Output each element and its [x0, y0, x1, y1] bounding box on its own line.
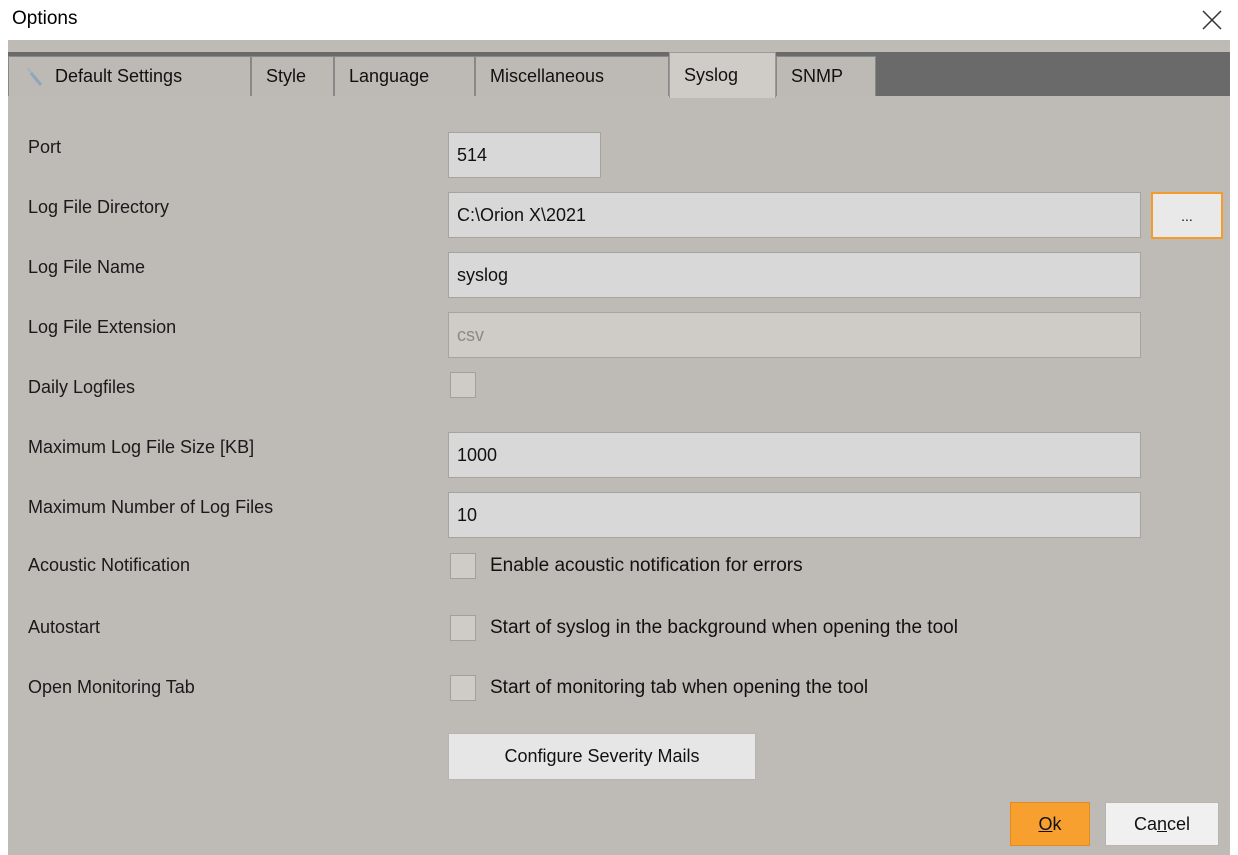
- configure-severity-mails-button[interactable]: Configure Severity Mails: [448, 733, 756, 780]
- wrench-icon: [27, 67, 43, 86]
- browse-button[interactable]: ...: [1151, 192, 1223, 239]
- monitoring-checkbox[interactable]: [450, 675, 476, 701]
- tab-style[interactable]: Style: [251, 56, 334, 96]
- tab-label: Default Settings: [55, 66, 183, 86]
- window-title: Options: [12, 8, 78, 29]
- cancel-label-start: Ca: [1133, 813, 1157, 834]
- tab-language[interactable]: Language: [334, 56, 475, 96]
- log-dir-label: Log File Directory: [28, 197, 170, 217]
- monitoring-checkbox-text[interactable]: Start of monitoring tab when opening the…: [490, 677, 868, 699]
- max-files-label: Maximum Number of Log Files: [28, 497, 274, 517]
- max-size-input[interactable]: 1000: [448, 432, 1141, 478]
- tab-label: Miscellaneous: [490, 66, 605, 86]
- cancel-label-end: cel: [1167, 813, 1191, 834]
- cancel-button[interactable]: Ca n cel: [1105, 802, 1219, 846]
- max-size-label: Maximum Log File Size [KB]: [28, 437, 255, 457]
- log-ext-label: Log File Extension: [28, 317, 177, 337]
- options-panel: Default Settings Style Language Miscella…: [8, 40, 1230, 855]
- tab-label: SNMP: [791, 66, 844, 86]
- log-dir-input[interactable]: C:\Orion X\2021: [448, 192, 1141, 238]
- title-bar: Options: [0, 0, 1238, 40]
- log-ext-input: csv: [448, 312, 1141, 358]
- tab-miscellaneous[interactable]: Miscellaneous: [475, 56, 669, 96]
- max-files-input[interactable]: 10: [448, 492, 1141, 538]
- ok-label: k: [1052, 813, 1062, 834]
- autostart-checkbox-text[interactable]: Start of syslog in the background when o…: [490, 617, 958, 639]
- tab-label: Language: [349, 66, 430, 86]
- ok-mnemonic: O: [1038, 813, 1053, 834]
- tab-snmp[interactable]: SNMP: [776, 56, 876, 96]
- port-input[interactable]: 514: [448, 132, 601, 178]
- acoustic-label: Acoustic Notification: [28, 555, 191, 575]
- tab-label: Style: [266, 66, 307, 86]
- port-label: Port: [28, 137, 62, 157]
- tab-default-settings[interactable]: Default Settings: [8, 56, 251, 96]
- tab-syslog[interactable]: Syslog: [669, 52, 776, 98]
- autostart-label: Autostart: [28, 617, 101, 637]
- cancel-mnemonic: n: [1156, 813, 1167, 834]
- log-name-input[interactable]: syslog: [448, 252, 1141, 298]
- tab-bar: Default Settings Style Language Miscella…: [8, 52, 1230, 98]
- acoustic-checkbox-text[interactable]: Enable acoustic notification for errors: [490, 555, 803, 577]
- autostart-checkbox[interactable]: [450, 615, 476, 641]
- daily-logfiles-label: Daily Logfiles: [28, 377, 136, 397]
- daily-logfiles-checkbox[interactable]: [450, 372, 476, 398]
- tab-label: Syslog: [684, 65, 739, 85]
- log-name-label: Log File Name: [28, 257, 146, 277]
- acoustic-checkbox[interactable]: [450, 553, 476, 579]
- ok-button[interactable]: Ok: [1010, 802, 1090, 846]
- monitoring-label: Open Monitoring Tab: [28, 677, 195, 697]
- close-icon[interactable]: [1200, 8, 1224, 32]
